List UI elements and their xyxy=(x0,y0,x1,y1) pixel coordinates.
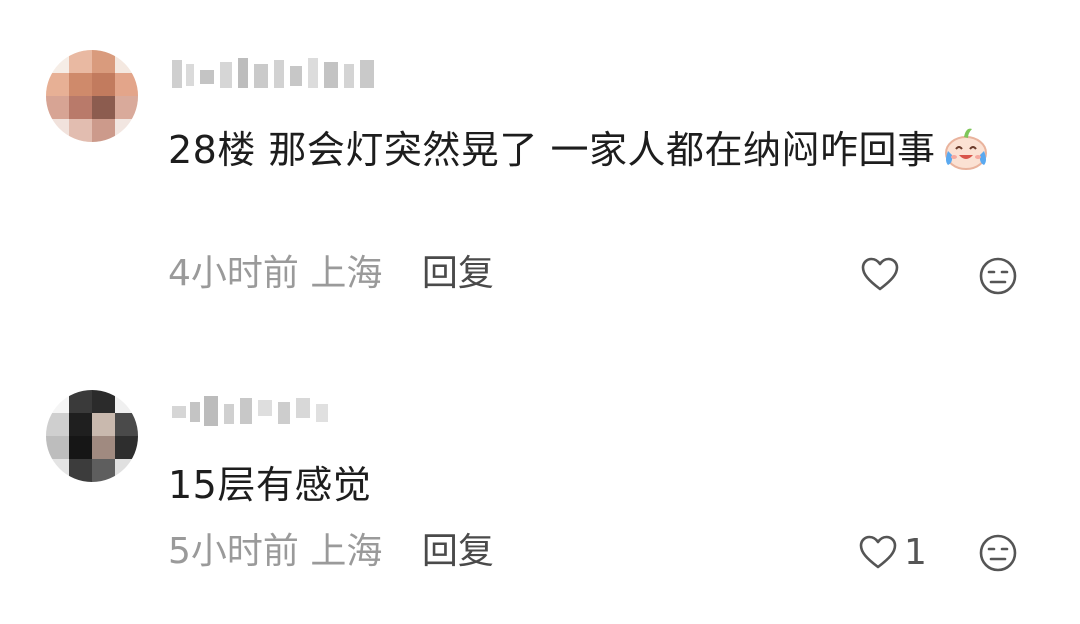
avatar[interactable] xyxy=(46,390,138,482)
comment-item: 28楼 那会灯突然晃了 一家人都在纳闷咋回事 4小时前 上海 回复 xyxy=(0,0,1080,320)
comment-text: 15层有感觉 xyxy=(168,463,372,507)
comment-location: 上海 xyxy=(310,531,383,572)
laughing-crying-emoji-icon xyxy=(944,128,987,170)
avatar[interactable] xyxy=(46,50,138,142)
comment-text: 28楼 那会灯突然晃了 一家人都在纳闷咋回事 xyxy=(168,123,1028,175)
username-redacted[interactable] xyxy=(168,52,383,96)
comment-item: 15层有感觉 5小时前 上海 回复 1 xyxy=(0,340,1080,624)
like-button[interactable] xyxy=(860,253,906,297)
comment-meta: 5小时前 上海 回复 xyxy=(168,530,494,574)
pixelated-avatar-image xyxy=(46,50,138,142)
reply-button[interactable]: 回复 xyxy=(422,531,494,572)
pixelated-avatar-image xyxy=(46,390,138,482)
like-count: 1 xyxy=(904,532,927,573)
comment-time: 5小时前 xyxy=(168,531,299,572)
comment-meta: 4小时前 上海 回复 xyxy=(168,252,494,296)
comment-time: 4小时前 xyxy=(168,253,299,294)
comment-text-content: 28楼 那会灯突然晃了 一家人都在纳闷咋回事 xyxy=(168,128,936,172)
meh-face-icon[interactable] xyxy=(978,256,1018,296)
like-button[interactable]: 1 xyxy=(858,531,927,575)
heart-outline-icon xyxy=(859,535,897,569)
meh-face-icon[interactable] xyxy=(978,533,1018,573)
comment-location: 上海 xyxy=(310,253,383,294)
reply-button[interactable]: 回复 xyxy=(422,253,494,294)
username-redacted[interactable] xyxy=(168,390,343,434)
heart-outline-icon xyxy=(861,257,899,291)
